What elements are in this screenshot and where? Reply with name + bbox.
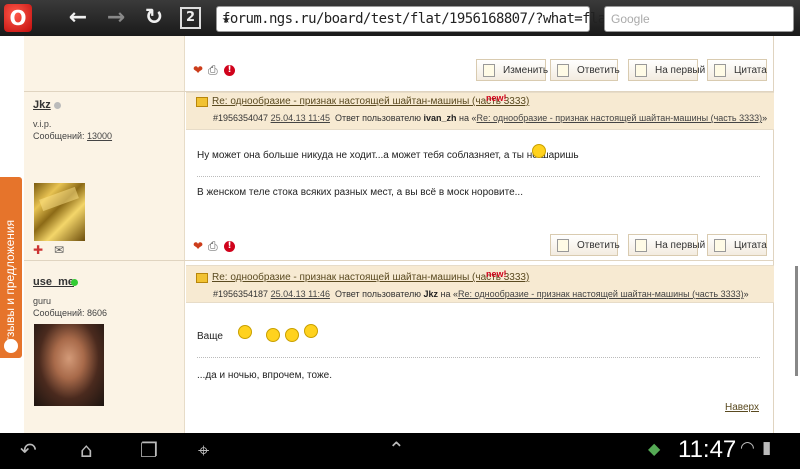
post-title[interactable]: Re: однообразие - признак настоящей шайт… [212, 272, 529, 283]
mail-icon[interactable]: ✉ [54, 244, 64, 256]
kiss-smiley-icon [285, 328, 299, 342]
book-icon [196, 97, 208, 107]
chevron-up-icon[interactable]: ⌃ [388, 437, 405, 461]
back-icon[interactable]: ↶ [20, 438, 37, 462]
screenshot-icon[interactable]: ⌖ [198, 438, 209, 462]
tab-count: 2 [185, 10, 196, 25]
author-name[interactable]: Jkz [33, 99, 51, 111]
feedback-side-tab[interactable]: Отзывы и предложения [0, 177, 22, 358]
message-line: В женском теле стока всяких разных мест,… [197, 187, 523, 198]
add-friend-icon[interactable]: ✚ [33, 244, 43, 256]
message-count: Сообщений: 8606 [33, 308, 108, 318]
to-first-icon [635, 64, 647, 77]
smile-icon [304, 324, 318, 338]
scrollbar[interactable] [795, 266, 798, 376]
android-icon: ◆ [648, 439, 661, 458]
report-icon[interactable]: ! [224, 65, 235, 76]
smiley-icon [238, 325, 252, 339]
print-icon[interactable]: ⎙ [208, 64, 218, 76]
new-badge: new! [486, 269, 507, 279]
back-arrow-icon[interactable]: ← [64, 6, 92, 30]
feedback-label: Отзывы и предложения [3, 219, 17, 352]
offline-status-icon [54, 102, 61, 109]
author-rank: guru [33, 296, 52, 306]
search-placeholder: Google [611, 12, 650, 26]
reply-icon [557, 64, 569, 77]
forward-arrow-icon[interactable]: → [102, 6, 130, 30]
address-bar[interactable]: forum.ngs.ru/board/test/flat/1956168807/… [216, 6, 677, 32]
browser-toolbar: O ← → ↻ 2 forum.ngs.ru/board/test/flat/1… [0, 0, 800, 36]
quote-button[interactable]: Цитата [707, 59, 767, 81]
post-meta: #1956354187 25.04.13 11:46 Ответ пользов… [213, 289, 749, 299]
clock: 11:47 [678, 436, 737, 463]
author-rank: v.i.p. [33, 119, 52, 129]
back-to-top-link[interactable]: Наверх [725, 402, 759, 413]
system-bar: ↶ ⌂ ❐ ⌖ ⌃ ◆ 11:47 ◠ ▮ [0, 433, 800, 469]
like-heart-icon[interactable]: ❤ [193, 64, 203, 76]
opera-logo-icon: O [9, 6, 27, 30]
text-divider [197, 357, 760, 358]
forum-page: Отзывы и предложения ❤ ⎙ ! Изменить Отве… [0, 36, 800, 433]
search-field[interactable]: Google [604, 6, 794, 32]
avatar [34, 183, 85, 241]
message-line: Ну может она больше никуда не ходит...а … [197, 150, 579, 161]
reload-icon[interactable]: ↻ [140, 6, 168, 30]
tabs-button[interactable]: 2 [180, 7, 201, 29]
report-icon[interactable]: ! [224, 241, 235, 252]
post-title[interactable]: Re: однообразие - признак настоящей шайт… [212, 96, 529, 107]
opera-menu-button[interactable]: O [4, 4, 32, 32]
recent-apps-icon[interactable]: ❐ [140, 438, 158, 462]
author-name[interactable]: use_me [33, 276, 74, 288]
post-meta: #1956354047 25.04.13 11:45 Ответ пользов… [213, 113, 768, 123]
battery-icon: ▮ [762, 438, 772, 458]
bookmark-star-icon[interactable]: ★ [222, 11, 230, 27]
to-first-button[interactable]: На первый [628, 59, 705, 81]
grin-smiley-icon [532, 144, 546, 158]
home-icon[interactable]: ⌂ [80, 438, 93, 462]
reply-button[interactable]: Ответить [550, 234, 620, 256]
avatar [34, 324, 104, 406]
wifi-icon: ◠ [740, 438, 755, 458]
message-line: Ваще [197, 331, 223, 342]
print-icon[interactable]: ⎙ [208, 240, 218, 252]
to-first-button[interactable]: На первый [628, 234, 705, 256]
kiss-smiley-icon [266, 328, 280, 342]
text-divider [197, 176, 760, 177]
like-heart-icon[interactable]: ❤ [193, 240, 203, 252]
book-icon [196, 273, 208, 283]
reply-icon [557, 239, 569, 252]
online-status-icon [71, 279, 78, 286]
edit-icon [483, 64, 495, 77]
edit-button[interactable]: Изменить [476, 59, 548, 81]
new-badge: new! [486, 93, 507, 103]
message-count: Сообщений: 13000 [33, 131, 113, 141]
quote-icon [714, 239, 726, 252]
quote-icon [714, 64, 726, 77]
to-first-icon [635, 239, 647, 252]
message-line: ...да и ночью, впрочем, тоже. [197, 370, 332, 381]
chat-icon [4, 339, 18, 353]
quote-button[interactable]: Цитата [707, 234, 767, 256]
reply-button[interactable]: Ответить [550, 59, 620, 81]
prev-post-sidebar [24, 36, 185, 91]
